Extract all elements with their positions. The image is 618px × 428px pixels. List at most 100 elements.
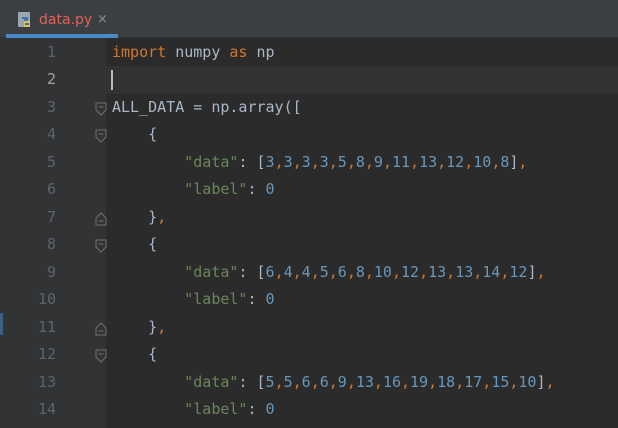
code-line-11: }, [112,317,167,336]
array-value: 8 [355,152,365,171]
line-number: 12 [37,345,56,363]
array-value: 6 [319,372,329,391]
text-cursor [111,70,113,90]
fold-collapse-icon[interactable] [94,348,108,363]
array-value: 10 [518,372,537,391]
comma: , [464,152,474,171]
comma: , [473,262,483,281]
array-value: 3 [301,152,311,171]
line-number: 7 [46,207,56,226]
comma: , [274,262,284,281]
line-number: 5 [46,152,56,171]
array-value: 17 [464,372,483,391]
fold-collapse-icon[interactable] [94,101,108,116]
code-line-13: "data": [5,5,6,6,9,13,16,19,18,17,15,10]… [184,372,555,391]
editor-tab-bar: data.py × [0,0,618,38]
comma: , [437,152,447,171]
comma: , [292,372,302,391]
line-number: 1 [46,42,56,61]
comma: , [391,262,401,281]
code-line-12: { [112,345,158,363]
comma: , [364,152,374,171]
array-value: 9 [373,152,383,171]
line-number: 6 [46,180,56,198]
comma: , [373,372,383,391]
array-value: 11 [391,152,411,171]
array-value: 3 [319,152,329,171]
array-value: 12 [446,152,465,171]
array-value: 13 [455,262,474,281]
array-value: 9 [337,372,347,391]
code-line-4: { [112,125,158,143]
close-icon[interactable]: × [97,12,108,27]
comma: , [292,262,302,281]
array-value: 15 [491,372,510,391]
array-value: 5 [283,372,293,391]
line-number: 8 [46,235,56,253]
array-value: 4 [283,262,293,281]
array-value: 3 [283,152,293,171]
array-value: 10 [473,152,492,171]
comma: , [491,152,501,171]
comma: , [274,372,284,391]
comma: , [310,262,320,281]
comma: , [346,152,356,171]
tab-filename: data.py [39,12,93,28]
array-value: 5 [319,262,329,281]
comma: , [428,372,438,391]
comma: , [455,372,465,391]
comma: , [274,152,284,171]
tab-data-py[interactable]: data.py × [6,2,118,38]
comma: , [482,372,492,391]
fold-end-icon[interactable] [94,321,108,335]
array-value: 8 [355,262,365,281]
array-value: 5 [337,152,347,171]
comma: , [346,372,356,391]
comma: , [364,262,374,281]
array-value: 6 [265,262,275,281]
line-number: 2 [46,70,56,88]
comma: , [310,152,320,171]
fold-collapse-icon[interactable] [94,128,108,143]
array-value: 18 [437,372,456,391]
comma: , [382,152,392,171]
fold-end-icon[interactable] [94,211,108,225]
array-value: 13 [419,152,438,171]
comma: , [419,262,429,281]
comma: , [346,262,356,281]
code-line-8: { [112,235,158,253]
line-number: 10 [37,290,56,308]
code-line-10: "label": 0 [184,290,275,308]
comma: , [446,262,456,281]
fold-collapse-icon[interactable] [94,238,108,253]
array-value: 5 [265,372,275,391]
comma: , [328,262,338,281]
line-number: 13 [37,372,56,391]
array-value: 13 [428,262,447,281]
code-line-6: "label": 0 [184,180,275,198]
array-value: 19 [410,372,429,391]
line-number: 11 [37,317,56,336]
code-line-14: "label": 0 [184,400,275,418]
line-number: 14 [37,400,56,418]
line-number: 9 [46,262,56,281]
code-line-1: import numpy as np [112,39,275,67]
comma: , [328,152,338,171]
comma: , [292,152,302,171]
array-value: 14 [482,262,501,281]
array-value: 6 [337,262,347,281]
array-value: 12 [401,262,420,281]
code-line-9: "data": [6,4,4,5,6,8,10,12,13,13,14,12], [184,262,546,281]
comma: , [410,152,420,171]
current-line-highlight [106,66,618,94]
array-value: 3 [265,152,275,171]
python-file-icon [17,11,35,31]
code-line-7: }, [112,207,167,226]
comma: , [328,372,338,391]
keyword-as: as [229,42,248,61]
array-value: 13 [355,372,374,391]
module-alias: np [247,42,275,61]
line-number: 4 [46,125,56,143]
comma: , [310,372,320,391]
array-value: 12 [509,262,528,281]
